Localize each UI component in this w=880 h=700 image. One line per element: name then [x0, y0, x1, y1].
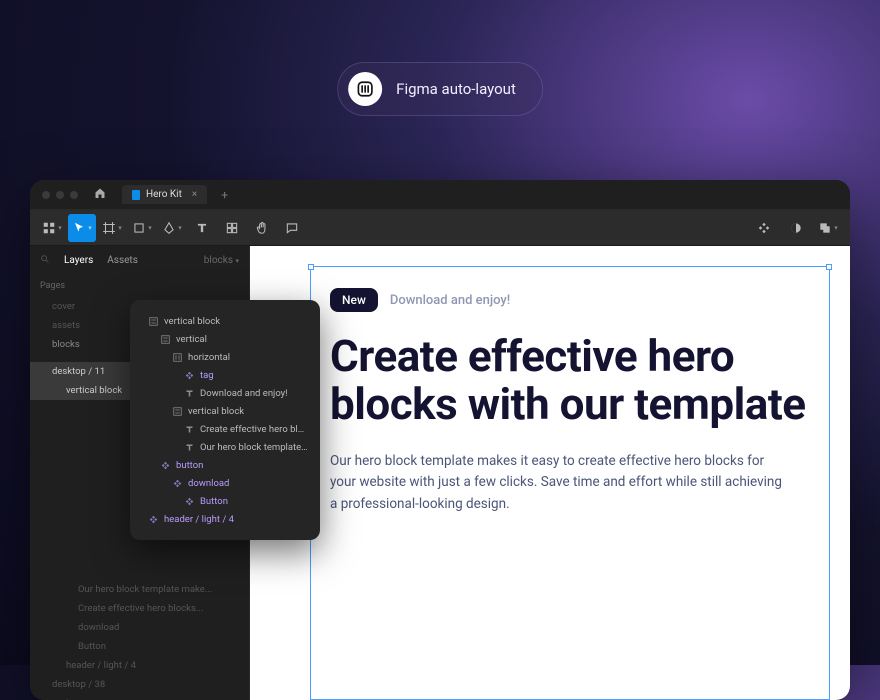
- popout-row-vertical-block[interactable]: vertical block: [130, 312, 320, 330]
- layer-button[interactable]: Button: [30, 637, 249, 656]
- union-icon[interactable]: ▾: [814, 214, 842, 242]
- popout-row-dl-text[interactable]: Download and enjoy!: [130, 384, 320, 402]
- popout-row-title-text[interactable]: Create effective hero blocks ...: [130, 420, 320, 438]
- text-icon: [184, 424, 194, 434]
- popout-row-vertical-block-2[interactable]: vertical block: [130, 402, 320, 420]
- component-icon: [184, 496, 194, 506]
- layer-image[interactable]: image: [30, 694, 249, 700]
- popout-row-button[interactable]: button: [130, 456, 320, 474]
- popout-row-download[interactable]: download: [130, 474, 320, 492]
- hero-title: Create effective hero blocks with our te…: [330, 332, 810, 429]
- search-icon[interactable]: [40, 254, 50, 267]
- canvas[interactable]: New Download and enjoy! Create effective…: [250, 246, 850, 700]
- layer-download[interactable]: download: [30, 618, 249, 637]
- toolbar: ▾ ▾ ▾ ▾ ▾ ▾: [30, 210, 850, 246]
- main-menu-button[interactable]: ▾: [38, 214, 66, 242]
- popout-row-body-text[interactable]: Our hero block template make...: [130, 438, 320, 456]
- mask-icon[interactable]: [782, 214, 810, 242]
- new-tab-button[interactable]: +: [221, 188, 228, 202]
- layer-text2[interactable]: Create effective hero blocks...: [30, 599, 249, 618]
- shape-tool[interactable]: ▾: [128, 214, 156, 242]
- promo-pill: Figma auto-layout: [337, 62, 543, 116]
- tab-layers[interactable]: Layers: [64, 255, 93, 266]
- frame-tool[interactable]: ▾: [98, 214, 126, 242]
- layer-popout: vertical block vertical horizontal tag D…: [130, 300, 320, 540]
- component-icon: [160, 460, 170, 470]
- promo-label: Figma auto-layout: [396, 80, 516, 98]
- page-selector[interactable]: blocks ▾: [204, 255, 239, 266]
- new-tag: New: [330, 288, 378, 312]
- popout-row-header[interactable]: header / light / 4: [130, 510, 320, 528]
- layer-header[interactable]: header / light / 4: [30, 656, 249, 675]
- traffic-light-close[interactable]: [42, 191, 50, 199]
- hero-block: New Download and enjoy! Create effective…: [330, 288, 810, 516]
- text-icon: [184, 442, 194, 452]
- move-tool[interactable]: ▾: [68, 214, 96, 242]
- component-icon[interactable]: [750, 214, 778, 242]
- traffic-light-min[interactable]: [56, 191, 64, 199]
- comment-tool[interactable]: [278, 214, 306, 242]
- selection-handle-tl[interactable]: [308, 264, 314, 270]
- popout-row-horizontal[interactable]: horizontal: [130, 348, 320, 366]
- pages-heading: Pages: [30, 275, 249, 297]
- layer-text1[interactable]: Our hero block template make...: [30, 580, 249, 599]
- popout-row-button-inner[interactable]: Button: [130, 492, 320, 510]
- pen-tool[interactable]: ▾: [158, 214, 186, 242]
- autolayout-h-icon: [172, 352, 182, 362]
- window-titlebar: Hero Kit × +: [30, 180, 850, 210]
- text-tool[interactable]: [188, 214, 216, 242]
- hand-tool[interactable]: [248, 214, 276, 242]
- traffic-light-max[interactable]: [70, 191, 78, 199]
- layer-desktop2[interactable]: desktop / 38: [30, 675, 249, 694]
- autolayout-v-icon: [148, 316, 158, 326]
- popout-row-tag[interactable]: tag: [130, 366, 320, 384]
- home-icon[interactable]: [94, 187, 106, 202]
- doc-icon: [132, 190, 140, 200]
- component-icon: [148, 514, 158, 524]
- tab-assets[interactable]: Assets: [107, 255, 138, 266]
- text-icon: [184, 388, 194, 398]
- autolayout-v-icon: [172, 406, 182, 416]
- component-icon: [184, 370, 194, 380]
- document-tab[interactable]: Hero Kit ×: [122, 185, 207, 204]
- selection-handle-tr[interactable]: [826, 264, 832, 270]
- popout-row-vertical[interactable]: vertical: [130, 330, 320, 348]
- resources-tool[interactable]: [218, 214, 246, 242]
- close-tab-icon[interactable]: ×: [192, 189, 197, 200]
- autolayout-v-icon: [160, 334, 170, 344]
- autolayout-icon: [348, 72, 382, 106]
- component-icon: [172, 478, 182, 488]
- download-link[interactable]: Download and enjoy!: [390, 293, 510, 308]
- tab-label: Hero Kit: [146, 189, 182, 200]
- hero-body: Our hero block template makes it easy to…: [330, 451, 790, 516]
